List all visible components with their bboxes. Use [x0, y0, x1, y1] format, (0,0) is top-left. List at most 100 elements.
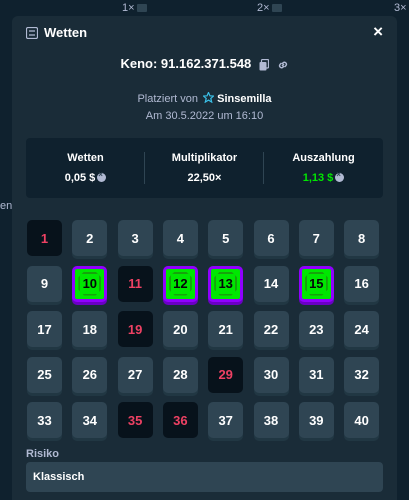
keno-tile: 24	[344, 311, 380, 347]
bg-multiplier-3: 3×	[394, 2, 407, 14]
keno-number: 36	[173, 412, 188, 428]
keno-tile: 33	[27, 402, 62, 438]
keno-tile: 3	[117, 220, 153, 256]
keno-tile-drawn: 29	[208, 356, 244, 393]
keno-number: 10	[82, 276, 98, 291]
stat-payout: Auszahlung 1,13 $	[264, 138, 383, 198]
keno-number: 19	[127, 321, 143, 337]
bg-multiplier-2: 2×	[257, 2, 282, 14]
keno-tile: 30	[253, 356, 289, 393]
keno-number: 20	[173, 321, 188, 337]
link-icon[interactable]	[277, 59, 289, 71]
bet-date: Am 30.5.2022 um 16:10	[145, 110, 264, 122]
keno-tile: 8	[344, 220, 380, 256]
payout-value-row: 1,13 $	[264, 170, 383, 184]
keno-number: 1	[40, 230, 49, 246]
ticket-icon	[26, 27, 38, 39]
keno-tile-drawn: 1	[27, 220, 62, 256]
keno-tile: 20	[162, 311, 198, 347]
keno-tile-hit: 12	[162, 265, 198, 302]
currency-icon	[335, 170, 345, 182]
currency-icon	[97, 170, 107, 182]
keno-tile: 16	[344, 265, 380, 302]
keno-number: 40	[354, 412, 369, 428]
keno-number: 34	[82, 412, 98, 428]
keno-number: 17	[37, 321, 52, 337]
copy-icon[interactable]	[259, 58, 269, 71]
keno-tile-hit: 10	[72, 265, 108, 302]
keno-number: 39	[309, 412, 324, 428]
keno-number: 6	[267, 230, 275, 246]
stat-bet: Wetten 0,05 $	[26, 138, 145, 198]
keno-tile: 2	[72, 220, 108, 256]
keno-tile-drawn: 11	[117, 265, 153, 302]
keno-tile: 9	[27, 265, 62, 302]
keno-number: 31	[309, 367, 324, 382]
placed-by-row: Platziert von Sinsemilla	[12, 90, 397, 105]
keno-tile: 22	[253, 311, 289, 347]
bet-detail-modal: Wetten × Keno: 91.162.371.548 Platziert …	[12, 16, 397, 500]
keno-number: 4	[176, 230, 184, 246]
star-icon	[201, 90, 216, 104]
close-icon[interactable]: ×	[373, 22, 383, 42]
keno-tile-drawn: 35	[117, 402, 153, 438]
keno-number: 2	[86, 230, 94, 246]
keno-tile: 5	[208, 220, 244, 256]
keno-tile: 25	[27, 356, 62, 393]
multiplier-value: 22,50×	[187, 172, 222, 184]
keno-number: 22	[263, 321, 279, 337]
keno-tile: 40	[344, 402, 380, 438]
stat-multiplier: Multiplikator 22,50×	[145, 138, 264, 198]
bet-stats-panel: Wetten 0,05 $ Multiplikator 22,50× Ausza…	[26, 138, 383, 198]
bg-multiplier-1: 1×	[122, 2, 147, 14]
keno-tile: 7	[298, 220, 334, 256]
keno-tile: 38	[253, 402, 289, 438]
keno-tile: 27	[117, 356, 153, 393]
risk-select[interactable]: Klassisch	[26, 462, 383, 492]
payout-value: 1,13 $	[302, 172, 334, 184]
keno-tile: 37	[208, 402, 244, 438]
keno-number: 7	[312, 230, 320, 246]
keno-number: 33	[37, 412, 52, 428]
modal-title: Wetten	[44, 25, 88, 40]
keno-number: 3	[131, 230, 139, 246]
keno-tile: 18	[72, 311, 108, 347]
keno-tile: 32	[344, 356, 380, 393]
bet-value: 0,05 $	[64, 172, 96, 184]
bet-value-row: 0,05 $	[26, 170, 145, 184]
keno-tile: 17	[27, 311, 62, 347]
keno-tile: 4	[162, 220, 198, 256]
keno-number: 24	[354, 321, 369, 337]
keno-tile: 39	[298, 402, 334, 438]
keno-number: 29	[218, 367, 233, 382]
keno-tile: 21	[208, 311, 244, 347]
payout-label: Auszahlung	[292, 152, 355, 164]
keno-number: 8	[357, 230, 366, 246]
keno-number: 35	[127, 412, 143, 428]
keno-number: 13	[218, 276, 233, 291]
keno-tile: 34	[72, 402, 108, 438]
keno-tile: 6	[253, 220, 289, 256]
keno-tile: 28	[162, 356, 198, 393]
keno-tile-drawn: 36	[162, 402, 198, 438]
keno-number: 38	[263, 412, 279, 428]
keno-number: 30	[263, 367, 279, 382]
keno-number: 11	[128, 276, 142, 291]
keno-number: 9	[40, 276, 49, 291]
username[interactable]: Sinsemilla	[217, 93, 271, 105]
keno-tile: 23	[298, 311, 334, 347]
game-id: Keno: 91.162.371.548	[120, 56, 252, 71]
keno-number: 5	[222, 230, 230, 246]
keno-tile-drawn: 19	[117, 311, 153, 347]
placed-by-prefix: Platziert von	[137, 93, 198, 105]
keno-tile-hit: 13	[208, 265, 244, 302]
keno-tile: 31	[298, 356, 334, 393]
risk-label: Risiko	[26, 448, 60, 460]
game-id-row: Keno: 91.162.371.548	[12, 56, 397, 71]
multiplier-label: Multiplikator	[171, 152, 238, 164]
keno-number: 28	[173, 367, 188, 382]
keno-number: 32	[354, 367, 369, 382]
keno-number: 25	[37, 367, 52, 382]
keno-number: 21	[218, 321, 233, 337]
keno-number: 26	[82, 367, 98, 382]
